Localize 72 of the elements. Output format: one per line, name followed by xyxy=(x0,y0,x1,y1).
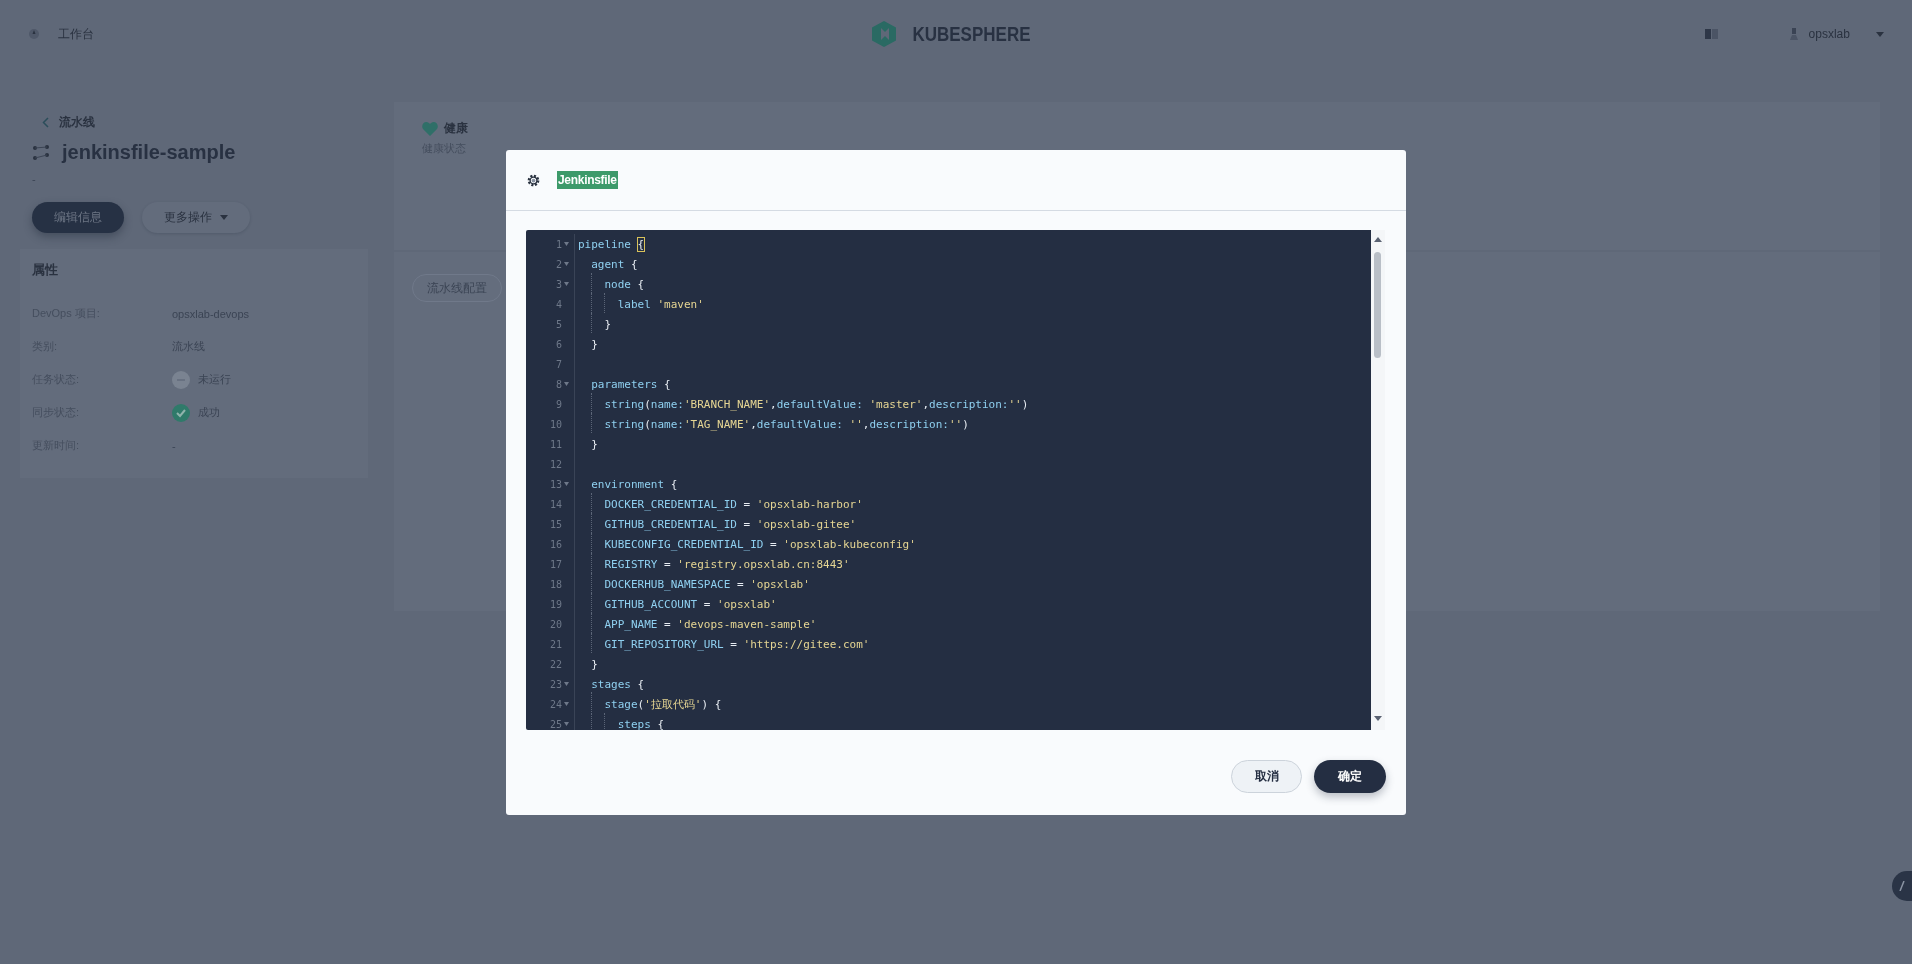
idle-status-icon xyxy=(172,370,190,389)
line-number: 20 xyxy=(549,618,562,630)
line-number: 8 xyxy=(555,378,562,390)
fold-icon[interactable] xyxy=(564,482,569,486)
line-number: 6 xyxy=(555,338,562,350)
health-title: 健康 xyxy=(444,120,468,137)
settings-icon xyxy=(526,172,541,188)
more-actions-button[interactable]: 更多操作 xyxy=(142,202,250,233)
success-status-icon xyxy=(172,403,190,422)
line-number: 10 xyxy=(549,418,562,430)
fold-icon[interactable] xyxy=(564,702,569,706)
heart-icon xyxy=(422,121,438,136)
line-number: 3 xyxy=(555,278,562,290)
fold-icon[interactable] xyxy=(564,282,569,286)
code-line: environment { xyxy=(590,477,678,491)
confirm-button[interactable]: 确定 xyxy=(1314,760,1386,793)
code-line: } xyxy=(590,657,598,671)
cancel-button[interactable]: 取消 xyxy=(1231,760,1302,793)
line-number: 24 xyxy=(549,698,562,710)
fold-icon[interactable] xyxy=(564,242,569,246)
caret-icon xyxy=(1876,31,1884,37)
fold-icon[interactable] xyxy=(564,722,569,726)
book-icon[interactable] xyxy=(1704,29,1719,39)
line-number: 7 xyxy=(555,358,562,370)
fold-icon[interactable] xyxy=(564,382,569,386)
line-number: 19 xyxy=(549,598,562,610)
line-number: 18 xyxy=(549,578,562,590)
line-number: 1 xyxy=(555,238,562,250)
code-line: } xyxy=(590,437,598,451)
code-line: parameters { xyxy=(590,377,671,391)
code-line: } xyxy=(590,337,598,351)
line-number: 17 xyxy=(549,558,562,570)
line-number: 22 xyxy=(549,658,562,670)
pipeline-icon xyxy=(32,144,50,161)
chevron-left-icon xyxy=(42,117,49,128)
property-value: - xyxy=(172,439,176,452)
scrollbar[interactable] xyxy=(1371,230,1385,730)
scroll-down-icon[interactable] xyxy=(1374,716,1382,721)
fold-icon[interactable] xyxy=(564,682,569,686)
logo-icon xyxy=(871,21,896,47)
user-icon[interactable] xyxy=(1788,28,1799,40)
line-number: 14 xyxy=(549,498,562,510)
pipeline-title: jenkinsfile-sample xyxy=(62,141,236,164)
line-number: 9 xyxy=(555,398,562,410)
line-number: 16 xyxy=(549,538,562,550)
fold-icon[interactable] xyxy=(564,262,569,266)
line-number: 11 xyxy=(549,438,562,450)
line-number: 25 xyxy=(549,718,562,730)
line-number: 15 xyxy=(549,518,562,530)
scroll-thumb[interactable] xyxy=(1374,252,1381,358)
edit-button[interactable]: 编辑信息 xyxy=(32,202,124,233)
line-number: 21 xyxy=(549,638,562,650)
code-editor[interactable] xyxy=(526,230,1371,730)
code-line: stages { xyxy=(590,677,645,691)
tool-button[interactable] xyxy=(1892,871,1912,901)
code-line: agent { xyxy=(590,257,638,271)
back-link[interactable]: 流水线 xyxy=(32,114,356,131)
dialog-title: Jenkinsfile xyxy=(557,171,618,189)
caret-icon xyxy=(220,215,228,220)
line-number: 4 xyxy=(555,298,562,310)
section-title: 属性 xyxy=(32,261,59,279)
scroll-up-icon[interactable] xyxy=(1374,237,1382,242)
line-number: 23 xyxy=(549,678,562,690)
line-number: 12 xyxy=(549,458,562,470)
line-number: 2 xyxy=(555,258,562,270)
compass-icon[interactable] xyxy=(28,28,40,40)
code-line: pipeline { xyxy=(578,237,645,251)
line-number: 5 xyxy=(555,318,562,330)
line-number: 13 xyxy=(549,478,562,490)
username[interactable]: opsxlab xyxy=(1808,27,1850,41)
logo-text: KUBESPHERE xyxy=(911,22,1031,46)
description: - xyxy=(32,174,37,184)
